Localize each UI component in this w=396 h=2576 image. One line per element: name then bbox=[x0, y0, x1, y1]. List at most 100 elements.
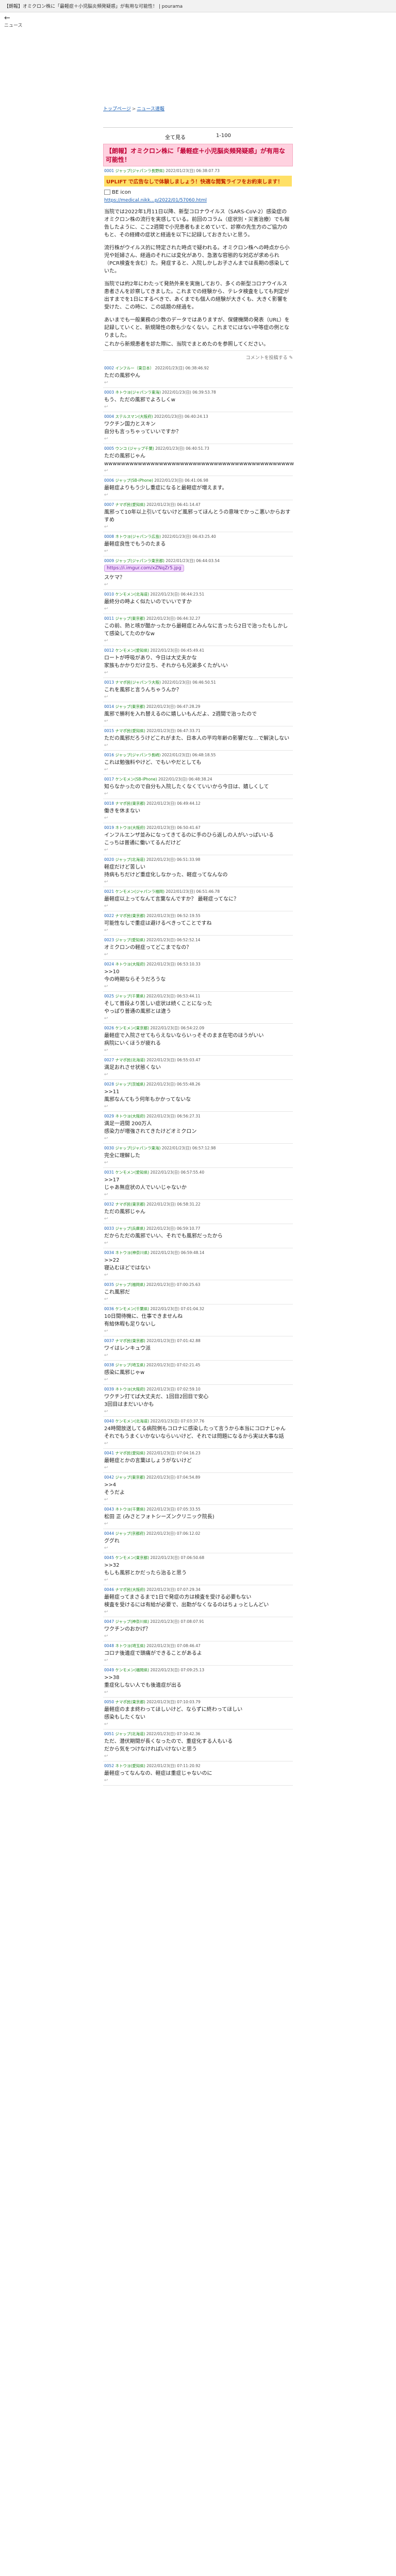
post-number[interactable]: 0005 bbox=[104, 446, 114, 451]
post-number[interactable]: 0035 bbox=[104, 1282, 114, 1287]
reply-icon[interactable]: ↩ bbox=[104, 1353, 292, 1358]
reply-icon[interactable]: ↩ bbox=[104, 638, 292, 643]
reply-icon[interactable]: ↩ bbox=[104, 928, 292, 933]
reply-icon[interactable]: ↩ bbox=[104, 1778, 292, 1783]
reply-icon[interactable]: ↩ bbox=[104, 1546, 292, 1551]
reply-icon[interactable]: ↩ bbox=[104, 1377, 292, 1382]
reply-icon[interactable]: ↩ bbox=[104, 1465, 292, 1470]
pager-all-link[interactable]: 全て見る bbox=[165, 133, 186, 141]
reply-icon[interactable]: ↩ bbox=[104, 1722, 292, 1727]
reply-icon[interactable]: ↩ bbox=[104, 1409, 292, 1414]
post-number[interactable]: 0039 bbox=[104, 1387, 114, 1392]
post-number[interactable]: 0008 bbox=[104, 534, 114, 539]
post-number[interactable]: 0022 bbox=[104, 913, 114, 918]
post-number[interactable]: 0042 bbox=[104, 1475, 114, 1480]
reply-icon[interactable]: ↩ bbox=[104, 468, 292, 473]
reply-icon[interactable]: ↩ bbox=[104, 1441, 292, 1446]
post-number[interactable]: 0045 bbox=[104, 1555, 114, 1560]
reply-icon[interactable]: ↩ bbox=[104, 1136, 292, 1141]
reply-icon[interactable]: ↩ bbox=[104, 1690, 292, 1695]
post-number[interactable]: 0037 bbox=[104, 1338, 114, 1343]
post-number[interactable]: 0051 bbox=[104, 1732, 114, 1736]
post-number[interactable]: 0019 bbox=[104, 825, 114, 830]
post-number[interactable]: 0033 bbox=[104, 1226, 114, 1231]
post-number[interactable]: 0003 bbox=[104, 390, 114, 395]
reply-icon[interactable]: ↩ bbox=[104, 1241, 292, 1246]
post-number[interactable]: 0049 bbox=[104, 1668, 114, 1672]
back-label[interactable]: ニュース bbox=[4, 22, 392, 28]
reply-icon[interactable]: ↩ bbox=[104, 743, 292, 748]
reply-icon[interactable]: ↩ bbox=[104, 984, 292, 989]
reply-icon[interactable]: ↩ bbox=[104, 1273, 292, 1278]
post-number[interactable]: 0048 bbox=[104, 1643, 114, 1648]
reply-icon[interactable]: ↩ bbox=[104, 816, 292, 821]
post-number[interactable]: 0020 bbox=[104, 857, 114, 862]
post-number[interactable]: 0028 bbox=[104, 1082, 114, 1087]
reply-icon[interactable]: ↩ bbox=[104, 1658, 292, 1663]
post-number[interactable]: 0029 bbox=[104, 1114, 114, 1118]
reply-icon[interactable]: ↩ bbox=[104, 1609, 292, 1615]
source-link[interactable]: https://medical.nikk...p/2022/01/57060.h… bbox=[104, 198, 207, 203]
post-number[interactable]: 0036 bbox=[104, 1307, 114, 1311]
post-number[interactable]: 0032 bbox=[104, 1202, 114, 1207]
reply-icon[interactable]: ↩ bbox=[104, 904, 292, 909]
post-number[interactable]: 0014 bbox=[104, 704, 114, 709]
post-number[interactable]: 0012 bbox=[104, 648, 114, 653]
post-number[interactable]: 0021 bbox=[104, 889, 114, 894]
reply-icon[interactable]: ↩ bbox=[104, 670, 292, 675]
reply-icon[interactable]: ↩ bbox=[104, 549, 292, 554]
reply-icon[interactable]: ↩ bbox=[104, 848, 292, 853]
reply-icon[interactable]: ↩ bbox=[104, 694, 292, 700]
post-number[interactable]: 0046 bbox=[104, 1587, 114, 1592]
post-number[interactable]: 0007 bbox=[104, 502, 114, 507]
post-number[interactable]: 0009 bbox=[104, 558, 114, 563]
reply-icon[interactable]: ↩ bbox=[104, 404, 292, 410]
reply-icon[interactable]: ↩ bbox=[104, 606, 292, 612]
post-number[interactable]: 0013 bbox=[104, 680, 114, 685]
post-number[interactable]: 0015 bbox=[104, 728, 114, 733]
reply-icon[interactable]: ↩ bbox=[104, 1521, 292, 1527]
post-number[interactable]: 0030 bbox=[104, 1146, 114, 1150]
reply-icon[interactable]: ↩ bbox=[104, 1016, 292, 1021]
reply-icon[interactable]: ↩ bbox=[104, 719, 292, 724]
reply-icon[interactable]: ↩ bbox=[104, 524, 292, 530]
reply-icon[interactable]: ↩ bbox=[104, 1048, 292, 1053]
reply-icon[interactable]: ↩ bbox=[104, 1634, 292, 1639]
reply-icon[interactable]: ↩ bbox=[104, 1497, 292, 1502]
reply-icon[interactable]: ↩ bbox=[104, 380, 292, 385]
reply-icon[interactable]: ↩ bbox=[104, 1104, 292, 1109]
post-number[interactable]: 0017 bbox=[104, 777, 114, 782]
reply-icon[interactable]: ↩ bbox=[104, 582, 292, 587]
image-link[interactable]: https://i.imgur.com/xZNqZr5.jpg bbox=[104, 565, 184, 572]
post-number[interactable]: 0026 bbox=[104, 1026, 114, 1030]
post-number[interactable]: 0052 bbox=[104, 1764, 114, 1768]
post-number[interactable]: 0025 bbox=[104, 994, 114, 998]
reply-icon[interactable]: ↩ bbox=[104, 879, 292, 885]
reply-icon[interactable]: ↩ bbox=[104, 1192, 292, 1197]
reply-icon[interactable]: ↩ bbox=[104, 1578, 292, 1583]
post-number[interactable]: 0041 bbox=[104, 1451, 114, 1455]
reply-icon[interactable]: ↩ bbox=[104, 1072, 292, 1077]
reply-icon[interactable]: ↩ bbox=[104, 791, 292, 796]
post-comment-link[interactable]: コメントを投稿する ✎ bbox=[103, 351, 293, 364]
post-number[interactable]: 0002 bbox=[104, 366, 114, 370]
post-number[interactable]: 0027 bbox=[104, 1058, 114, 1062]
post-number[interactable]: 0004 bbox=[104, 414, 114, 419]
post-number[interactable]: 0040 bbox=[104, 1419, 114, 1423]
post-number[interactable]: 0011 bbox=[104, 616, 114, 621]
reply-icon[interactable]: ↩ bbox=[104, 1329, 292, 1334]
back-arrow-icon[interactable]: ← bbox=[4, 14, 392, 22]
post-number[interactable]: 0006 bbox=[104, 478, 114, 483]
reply-icon[interactable]: ↩ bbox=[104, 1754, 292, 1759]
post-number[interactable]: 0047 bbox=[104, 1619, 114, 1624]
pencil-icon[interactable]: ✎ bbox=[289, 355, 293, 361]
reply-icon[interactable]: ↩ bbox=[104, 1297, 292, 1302]
promo-banner[interactable]: UPLIFT で広告なしで体験しましょう！快適な閲覧ライフをお約束します！ bbox=[104, 176, 292, 187]
back-navigation[interactable]: ← ニュース bbox=[0, 12, 396, 48]
breadcrumb-home[interactable]: トップページ bbox=[103, 107, 131, 112]
reply-icon[interactable]: ↩ bbox=[104, 1216, 292, 1222]
post-number[interactable]: 0031 bbox=[104, 1170, 114, 1175]
post-number[interactable]: 0038 bbox=[104, 1363, 114, 1367]
reply-icon[interactable]: ↩ bbox=[104, 767, 292, 772]
reply-icon[interactable]: ↩ bbox=[104, 1160, 292, 1165]
